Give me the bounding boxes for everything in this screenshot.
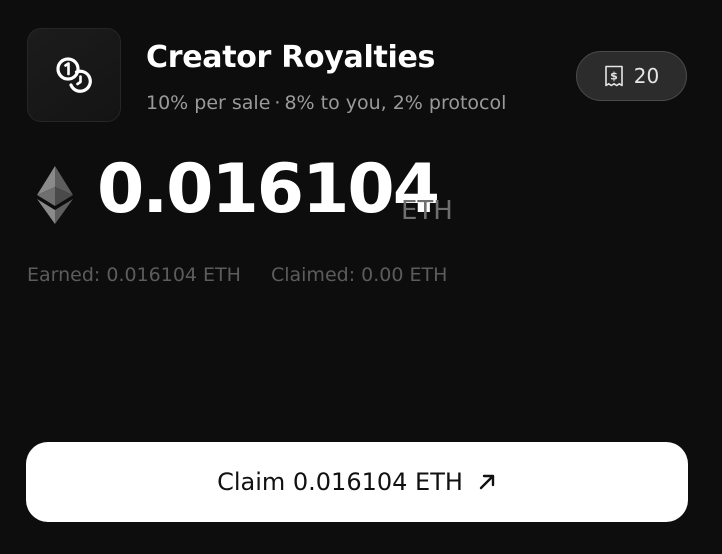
earned-total: Earned: 0.016104 ETH [27, 264, 241, 286]
royalty-subtitle: 10% per sale · 8% to you, 2% protocol [146, 92, 506, 114]
royalty-rate: 10% per sale [146, 92, 271, 114]
subtitle-separator: · [274, 92, 281, 114]
royalty-split: 8% to you, 2% protocol [284, 92, 507, 114]
app-icon [27, 28, 121, 122]
coins-icon [56, 57, 92, 93]
sales-count-badge[interactable]: $ 20 [576, 51, 687, 101]
royalty-stats: Earned: 0.016104 ETH Claimed: 0.00 ETH [27, 264, 447, 286]
claim-button-label: Claim 0.016104 ETH [217, 468, 463, 496]
claim-button[interactable]: Claim 0.016104 ETH [26, 442, 688, 522]
svg-text:$: $ [610, 70, 618, 83]
sales-count: 20 [633, 64, 660, 88]
arrow-up-right-icon [479, 474, 495, 490]
receipt-icon: $ [604, 65, 623, 87]
balance-amount: 0.016104 [97, 150, 440, 229]
balance-unit: ETH [401, 196, 453, 226]
ethereum-icon [37, 166, 73, 224]
claimed-total: Claimed: 0.00 ETH [270, 264, 448, 286]
page-title: Creator Royalties [146, 40, 436, 75]
